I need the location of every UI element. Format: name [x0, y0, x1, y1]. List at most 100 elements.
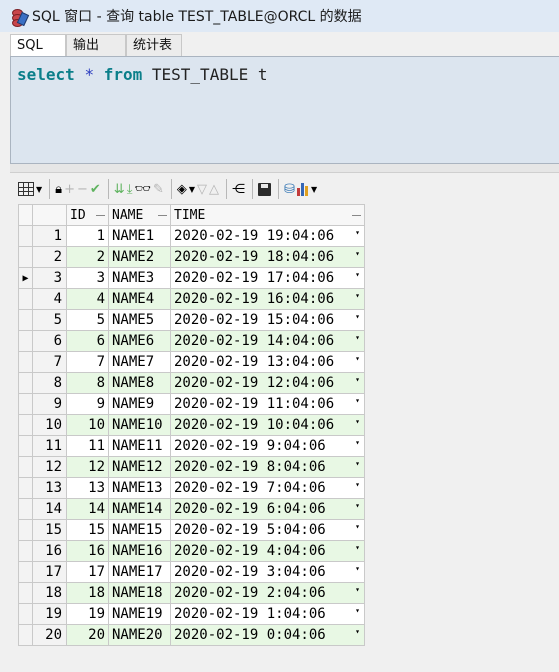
row-indicator[interactable]: [18, 498, 33, 520]
tab-statistics[interactable]: 统计表: [126, 34, 182, 56]
table-row[interactable]: 20 20 NAME20 2020-02-19 0:04:06 ▾: [18, 624, 365, 646]
row-indicator[interactable]: [18, 582, 33, 604]
database-button[interactable]: ⛁: [284, 178, 295, 200]
cell-dropdown-icon[interactable]: ▾: [355, 417, 360, 426]
query-by-example-button[interactable]: ⋲: [232, 178, 245, 200]
table-row[interactable]: 14 14 NAME14 2020-02-19 6:04:06 ▾: [18, 498, 365, 520]
time-cell[interactable]: 2020-02-19 13:04:06 ▾: [170, 351, 365, 373]
row-number-cell[interactable]: 3: [32, 267, 67, 289]
table-row[interactable]: 12 12 NAME12 2020-02-19 8:04:06 ▾: [18, 456, 365, 478]
cell-dropdown-icon[interactable]: ▾: [355, 312, 360, 321]
row-indicator[interactable]: [18, 393, 33, 415]
sql-text[interactable]: select * from TEST_TABLE t: [17, 65, 267, 84]
table-row[interactable]: 2 2 NAME2 2020-02-19 18:04:06 ▾: [18, 246, 365, 268]
row-indicator[interactable]: [18, 309, 33, 331]
table-row[interactable]: 4 4 NAME4 2020-02-19 16:04:06 ▾: [18, 288, 365, 310]
row-number-cell[interactable]: 17: [32, 561, 67, 583]
row-indicator[interactable]: [18, 456, 33, 478]
row-indicator[interactable]: [18, 624, 33, 646]
row-indicator[interactable]: [18, 288, 33, 310]
cell-dropdown-icon[interactable]: ▾: [355, 585, 360, 594]
id-cell[interactable]: 17: [66, 561, 109, 583]
cell-dropdown-icon[interactable]: ▾: [355, 543, 360, 552]
row-number-cell[interactable]: 9: [32, 393, 67, 415]
name-cell[interactable]: NAME9: [108, 393, 171, 415]
table-row[interactable]: 7 7 NAME7 2020-02-19 13:04:06 ▾: [18, 351, 365, 373]
cell-dropdown-icon[interactable]: ▾: [355, 522, 360, 531]
row-indicator[interactable]: [18, 540, 33, 562]
cell-dropdown-icon[interactable]: ▾: [355, 480, 360, 489]
cell-dropdown-icon[interactable]: ▾: [355, 291, 360, 300]
export-button[interactable]: ◈ ▼: [177, 178, 195, 200]
name-cell[interactable]: NAME5: [108, 309, 171, 331]
clear-button[interactable]: ✎: [153, 178, 164, 200]
time-cell[interactable]: 2020-02-19 6:04:06 ▾: [170, 498, 365, 520]
time-cell[interactable]: 2020-02-19 1:04:06 ▾: [170, 603, 365, 625]
id-cell[interactable]: 9: [66, 393, 109, 415]
name-cell[interactable]: NAME16: [108, 540, 171, 562]
cell-dropdown-icon[interactable]: ▾: [355, 228, 360, 237]
name-cell[interactable]: NAME12: [108, 456, 171, 478]
row-indicator[interactable]: [18, 435, 33, 457]
row-indicator[interactable]: [18, 519, 33, 541]
find-button[interactable]: 👓︎: [134, 178, 151, 200]
id-cell[interactable]: 3: [66, 267, 109, 289]
fetch-last-button[interactable]: ⤓: [127, 178, 133, 200]
cell-dropdown-icon[interactable]: ▾: [355, 354, 360, 363]
time-cell[interactable]: 2020-02-19 15:04:06 ▾: [170, 309, 365, 331]
id-cell[interactable]: 10: [66, 414, 109, 436]
id-cell[interactable]: 6: [66, 330, 109, 352]
name-cell[interactable]: NAME14: [108, 498, 171, 520]
sql-editor[interactable]: select * from TEST_TABLE t: [10, 56, 559, 164]
sort-descending-button[interactable]: ▽: [197, 178, 207, 200]
column-header-id[interactable]: ID: [66, 204, 109, 226]
table-row[interactable]: 16 16 NAME16 2020-02-19 4:04:06 ▾: [18, 540, 365, 562]
name-cell[interactable]: NAME2: [108, 246, 171, 268]
table-row[interactable]: 5 5 NAME5 2020-02-19 15:04:06 ▾: [18, 309, 365, 331]
name-cell[interactable]: NAME6: [108, 330, 171, 352]
row-number-cell[interactable]: 19: [32, 603, 67, 625]
column-header-name[interactable]: NAME: [108, 204, 171, 226]
cell-dropdown-icon[interactable]: ▾: [355, 459, 360, 468]
id-cell[interactable]: 14: [66, 498, 109, 520]
row-indicator[interactable]: [18, 561, 33, 583]
cell-dropdown-icon[interactable]: ▾: [355, 627, 360, 636]
id-cell[interactable]: 20: [66, 624, 109, 646]
name-cell[interactable]: NAME13: [108, 477, 171, 499]
chart-button[interactable]: ▼: [296, 178, 317, 200]
time-cell[interactable]: 2020-02-19 17:04:06 ▾: [170, 267, 365, 289]
result-grid[interactable]: ID NAME TIME 1 1 NAME1 2020-02-19 19:04:06 ▾…: [18, 204, 365, 646]
name-cell[interactable]: NAME17: [108, 561, 171, 583]
row-number-cell[interactable]: 20: [32, 624, 67, 646]
row-number-cell[interactable]: 12: [32, 456, 67, 478]
name-cell[interactable]: NAME8: [108, 372, 171, 394]
row-number-cell[interactable]: 8: [32, 372, 67, 394]
table-row[interactable]: 11 11 NAME11 2020-02-19 9:04:06 ▾: [18, 435, 365, 457]
time-cell[interactable]: 2020-02-19 0:04:06 ▾: [170, 624, 365, 646]
table-row[interactable]: 15 15 NAME15 2020-02-19 5:04:06 ▾: [18, 519, 365, 541]
row-number-cell[interactable]: 14: [32, 498, 67, 520]
row-number-cell[interactable]: 1: [32, 225, 67, 247]
pane-splitter[interactable]: [10, 164, 559, 173]
row-indicator[interactable]: [18, 246, 33, 268]
row-indicator[interactable]: [18, 414, 33, 436]
name-cell[interactable]: NAME7: [108, 351, 171, 373]
cell-dropdown-icon[interactable]: ▾: [355, 606, 360, 615]
id-cell[interactable]: 5: [66, 309, 109, 331]
cell-dropdown-icon[interactable]: ▾: [355, 501, 360, 510]
name-cell[interactable]: NAME10: [108, 414, 171, 436]
table-row[interactable]: 17 17 NAME17 2020-02-19 3:04:06 ▾: [18, 561, 365, 583]
name-cell[interactable]: NAME1: [108, 225, 171, 247]
id-cell[interactable]: 11: [66, 435, 109, 457]
name-cell[interactable]: NAME11: [108, 435, 171, 457]
table-row[interactable]: 13 13 NAME13 2020-02-19 7:04:06 ▾: [18, 477, 365, 499]
post-changes-button[interactable]: ✔: [90, 178, 101, 200]
row-number-cell[interactable]: 7: [32, 351, 67, 373]
table-row[interactable]: 1 1 NAME1 2020-02-19 19:04:06 ▾: [18, 225, 365, 247]
row-indicator[interactable]: [18, 330, 33, 352]
id-cell[interactable]: 15: [66, 519, 109, 541]
id-cell[interactable]: 12: [66, 456, 109, 478]
row-indicator[interactable]: [18, 225, 33, 247]
table-row[interactable]: 10 10 NAME10 2020-02-19 10:04:06 ▾: [18, 414, 365, 436]
row-indicator[interactable]: [18, 603, 33, 625]
